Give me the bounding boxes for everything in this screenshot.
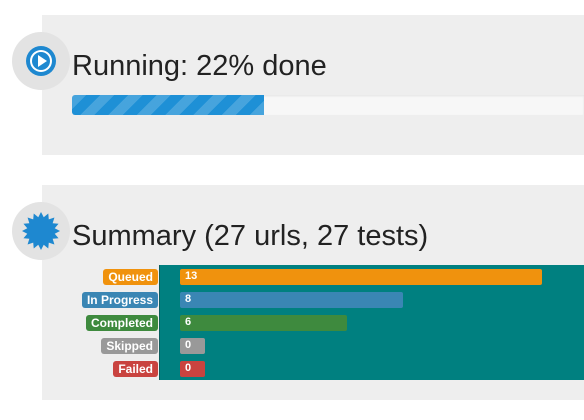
progress-bar bbox=[72, 95, 584, 115]
category-label: Skipped bbox=[101, 338, 158, 354]
bar-value-label: 8 bbox=[185, 293, 192, 305]
summary-icon-badge bbox=[12, 202, 70, 260]
running-title: Running: 22% done bbox=[72, 50, 327, 82]
category-label: In Progress bbox=[81, 292, 158, 308]
bar-value-label: 6 bbox=[185, 316, 192, 328]
bar-in-progress bbox=[180, 292, 403, 308]
bar-value-label: 13 bbox=[185, 270, 198, 282]
summary-chart-axis bbox=[159, 265, 160, 380]
running-panel bbox=[42, 15, 584, 155]
bar-value-label: 0 bbox=[185, 362, 192, 374]
running-icon-badge bbox=[12, 32, 70, 90]
bar-completed bbox=[180, 315, 348, 331]
category-label: Completed bbox=[85, 315, 158, 331]
bar-value-label: 0 bbox=[185, 339, 192, 351]
bar-failed bbox=[180, 361, 205, 377]
progress-bar-fill bbox=[72, 95, 264, 115]
badge-star-icon bbox=[22, 212, 60, 250]
category-label: Failed bbox=[113, 361, 158, 377]
summary-title: Summary (27 urls, 27 tests) bbox=[72, 220, 429, 252]
play-circle-icon bbox=[26, 46, 56, 76]
bar-queued bbox=[180, 269, 543, 285]
bar-skipped bbox=[180, 338, 205, 354]
category-label: Queued bbox=[103, 269, 158, 285]
